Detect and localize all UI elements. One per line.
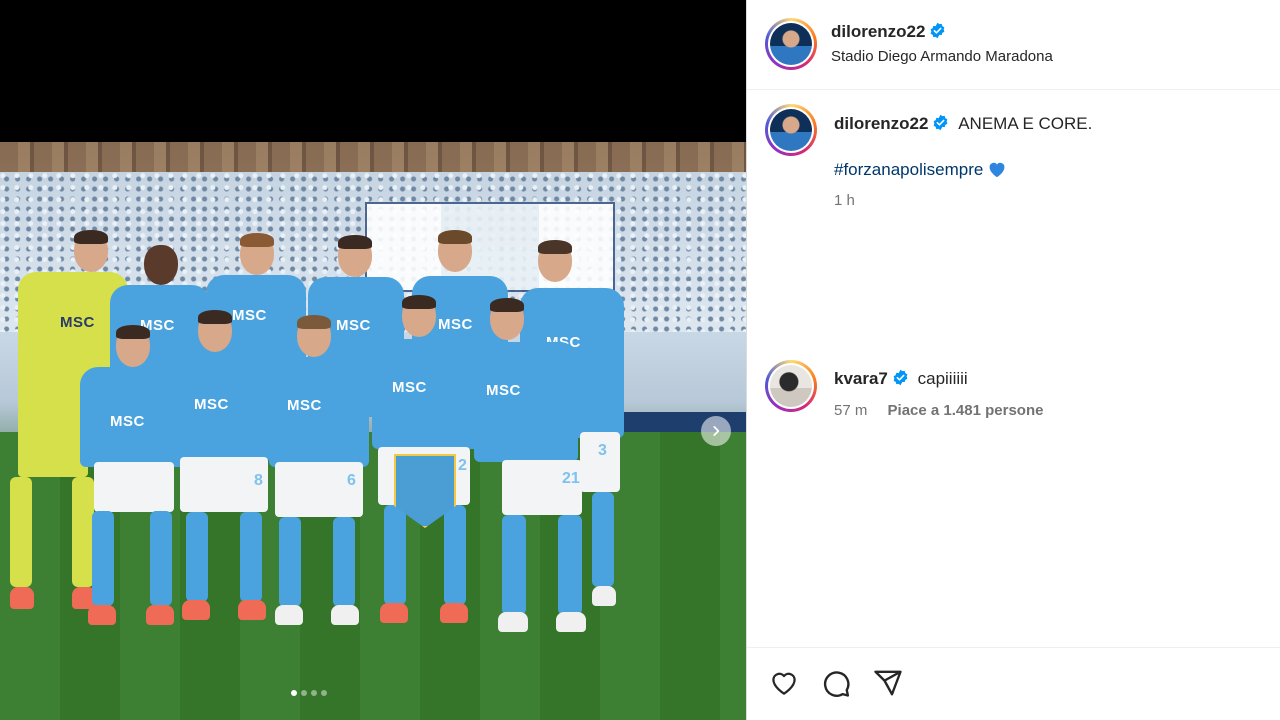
sponsor-text: MSC	[232, 307, 267, 324]
share-button[interactable]	[871, 666, 905, 700]
caption-text: ANEMA E CORE.	[958, 114, 1093, 133]
comment-timestamp: 57 m	[834, 402, 868, 419]
carousel-dot	[311, 690, 317, 696]
like-icon	[772, 672, 796, 695]
shirt-number: 6	[347, 472, 356, 489]
post-location[interactable]: Stadio Diego Armando Maradona	[831, 48, 1053, 65]
carousel-dot	[291, 690, 297, 696]
hashtag-link[interactable]: #forzanapolisempre	[834, 160, 983, 179]
post-actions	[747, 647, 1280, 720]
comment-line: kvara7 capiiiiii	[834, 369, 968, 389]
sponsor-text: MSC	[336, 317, 371, 334]
instagram-post-view: MSC MSC MSC MSC MSC 3 MSC MSC 8 MSC 6 MS…	[0, 0, 1280, 720]
commenter-username[interactable]: kvara7	[834, 369, 888, 388]
verified-badge-icon	[934, 114, 948, 131]
like-button[interactable]	[767, 666, 801, 700]
verified-badge-icon	[893, 369, 908, 386]
team-photo: MSC MSC MSC MSC MSC 3 MSC MSC 8 MSC 6 MS…	[0, 142, 746, 720]
caption-timestamp: 1 h	[834, 192, 855, 209]
share-icon	[874, 670, 902, 696]
hashtag-row: #forzanapolisempre	[834, 160, 1007, 180]
players-group: MSC MSC MSC MSC MSC 3 MSC MSC 8 MSC 6 MS…	[0, 142, 746, 720]
shirt-number: 8	[254, 472, 263, 489]
verified-badge-icon	[931, 22, 945, 39]
post-media[interactable]: MSC MSC MSC MSC MSC 3 MSC MSC 8 MSC 6 MS…	[0, 0, 746, 720]
shirt-number: 3	[598, 442, 607, 459]
sponsor-text: MSC	[194, 396, 229, 413]
sponsor-text: MSC	[110, 413, 145, 430]
caption-avatar[interactable]	[765, 104, 817, 156]
caption-line: dilorenzo22 ANEMA E CORE.	[834, 114, 1092, 134]
shirt-number: 2	[458, 457, 467, 474]
caption-username[interactable]: dilorenzo22	[834, 114, 928, 133]
post-side-panel: dilorenzo22 Stadio Diego Armando Maradon…	[746, 0, 1280, 720]
carousel-next-button[interactable]	[701, 416, 731, 446]
blue-heart-icon	[989, 162, 1005, 178]
shirt-number: 21	[562, 470, 580, 487]
sponsor-text: MSC	[438, 316, 473, 333]
sponsor-text: MSC	[392, 379, 427, 396]
author-username-row: dilorenzo22	[831, 22, 946, 42]
next-arrow-icon	[713, 426, 720, 436]
comment-likes[interactable]: Piace a 1.481 persone	[888, 402, 1044, 419]
author-avatar[interactable]	[765, 18, 817, 70]
commenter-avatar[interactable]	[765, 360, 817, 412]
author-username[interactable]: dilorenzo22	[831, 22, 925, 41]
comment-meta: 57 m Piace a 1.481 persone	[834, 402, 1043, 419]
comment-icon	[823, 671, 850, 697]
sponsor-text: MSC	[60, 314, 95, 331]
comment-button[interactable]	[819, 666, 853, 700]
sponsor-text: MSC	[287, 397, 322, 414]
carousel-indicator	[291, 690, 327, 696]
sponsor-text: MSC	[486, 382, 521, 399]
post-header: dilorenzo22 Stadio Diego Armando Maradon…	[747, 0, 1280, 90]
carousel-dot	[301, 690, 307, 696]
comment-text: capiiiiii	[917, 369, 968, 388]
carousel-dot	[321, 690, 327, 696]
